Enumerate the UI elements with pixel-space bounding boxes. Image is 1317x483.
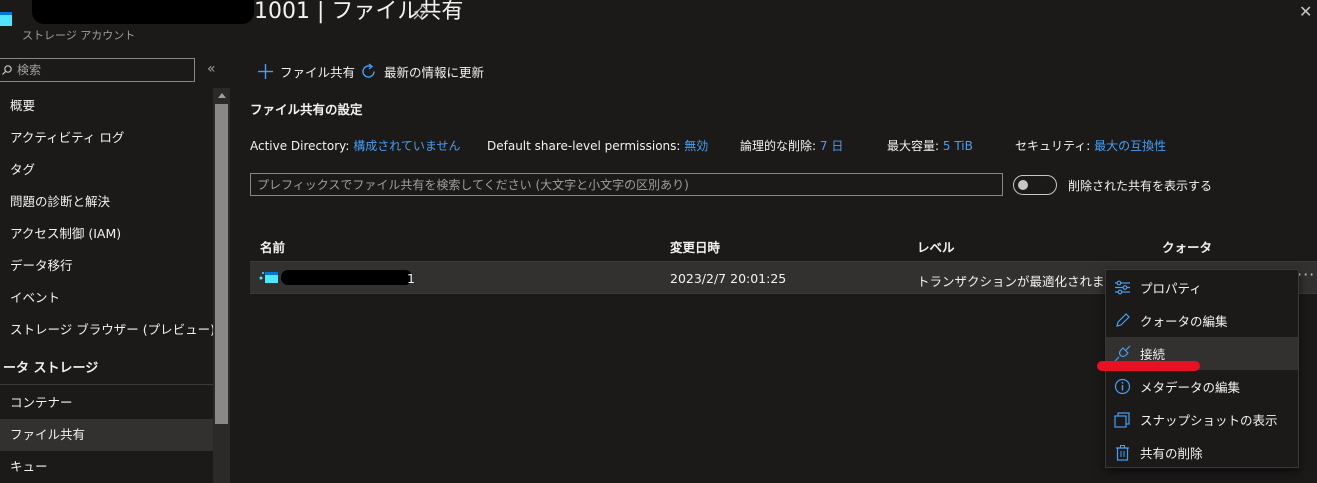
share-name-link[interactable]: 1 [407,271,415,286]
search-icon [2,65,12,75]
properties-icon [1115,280,1130,295]
share-tier: トランザクションが最適化されました [917,274,1130,289]
toggle-knob [1018,180,1028,190]
menu-item-properties[interactable]: プロパティ [1106,271,1298,304]
sidebar-item-storage-browser[interactable]: ストレージ ブラウザー (プレビュー) [0,314,215,346]
max-capacity-link[interactable]: 5 TiB [943,139,973,153]
menu-item-edit-quota-label: クォータの編集 [1140,314,1228,329]
sidebar-item-queues[interactable]: キュー [0,451,213,483]
close-icon[interactable]: ✕ [1299,4,1312,20]
collapse-sidebar-icon[interactable]: « [207,61,216,77]
storage-account-icon [0,12,12,26]
column-header-name[interactable]: 名前 [260,237,285,256]
settings-title: ファイル共有の設定 [250,102,363,117]
sidebar-search[interactable] [0,58,195,82]
page-subtitle: ストレージ アカウント [22,29,136,42]
add-file-share-label: ファイル共有 [280,64,356,80]
sidebar-item-diagnose[interactable]: 問題の診断と解決 [0,186,213,218]
redacted-share-name [281,270,412,285]
menu-item-delete-share[interactable]: 共有の削除 [1106,436,1298,469]
annotation-underline [1097,361,1200,371]
sidebar-item-containers[interactable]: コンテナー [0,387,213,419]
add-file-share-button[interactable]: ファイル共有 [258,60,355,82]
scroll-up-icon[interactable] [218,93,226,98]
menu-item-properties-label: プロパティ [1140,281,1202,296]
sidebar-item-events[interactable]: イベント [0,282,213,314]
share-modified: 2023/2/7 20:01:25 [670,271,787,286]
pin-icon[interactable] [412,3,430,21]
redacted-account-name [32,0,254,24]
sidebar-item-iam[interactable]: アクセス制御 (IAM) [0,218,213,250]
column-header-modified[interactable]: 変更日時 [670,237,720,256]
sidebar-item-tags[interactable]: タグ [0,154,213,186]
max-capacity-label: 最大容量: [887,139,940,153]
row-more-icon[interactable]: ··· [1297,265,1315,284]
soft-delete-link[interactable]: 7 日 [820,139,843,153]
connect-plug-icon [1114,345,1131,362]
column-header-tier[interactable]: レベル [917,237,955,256]
active-directory-link[interactable]: 構成されていません [353,139,460,153]
share-permissions-link[interactable]: 無効 [684,139,708,153]
refresh-icon [362,62,375,78]
refresh-label: 最新の情報に更新 [384,64,485,80]
sidebar-search-input[interactable] [17,63,187,77]
file-share-search-input[interactable] [250,173,1003,196]
setting-security: セキュリティ: 最大の互換性 [1015,137,1166,154]
setting-active-directory: Active Directory: 構成されていません [250,137,461,154]
sidebar-item-activity-log[interactable]: アクティビティ ログ [0,122,213,154]
menu-item-view-snapshots[interactable]: スナップショットの表示 [1106,403,1298,436]
edit-pencil-icon [1116,313,1130,327]
file-share-icon [259,272,278,283]
show-deleted-label: 削除された共有を表示する [1068,179,1213,193]
sidebar-item-file-shares[interactable]: ファイル共有 [0,419,213,451]
share-permissions-label: Default share-level permissions: [487,139,681,153]
security-link[interactable]: 最大の互換性 [1094,139,1166,153]
setting-share-permissions: Default share-level permissions: 無効 [487,137,708,154]
sidebar-section-data-storage: ータ ストレージ [0,355,213,385]
setting-soft-delete: 論理的な削除: 7 日 [740,137,843,154]
more-icon[interactable]: ··· [445,0,463,18]
info-icon [1114,378,1131,395]
menu-item-delete-share-label: 共有の削除 [1140,446,1203,461]
snapshot-icon [1114,412,1130,428]
column-header-quota[interactable]: クォータ [1162,237,1212,256]
setting-max-capacity: 最大容量: 5 TiB [887,137,973,154]
soft-delete-label: 論理的な削除: [740,139,817,153]
refresh-button[interactable]: 最新の情報に更新 [360,60,484,82]
menu-item-view-snapshots-label: スナップショットの表示 [1140,413,1278,428]
sidebar-item-overview[interactable]: 概要 [0,90,213,122]
sidebar-scroll-thumb[interactable] [215,104,228,424]
active-directory-label: Active Directory: [250,139,350,153]
sidebar-item-data-migration[interactable]: データ移行 [0,250,213,282]
menu-item-edit-metadata-label: メタデータの編集 [1140,380,1241,395]
menu-item-edit-quota[interactable]: クォータの編集 [1106,304,1298,337]
security-label: セキュリティ: [1015,139,1091,153]
trash-icon [1116,445,1129,461]
show-deleted-toggle[interactable] [1013,175,1057,195]
plus-icon [258,63,273,79]
menu-item-edit-metadata[interactable]: メタデータの編集 [1106,370,1298,403]
page-title: 1001 | ファイル共有 [254,0,464,24]
